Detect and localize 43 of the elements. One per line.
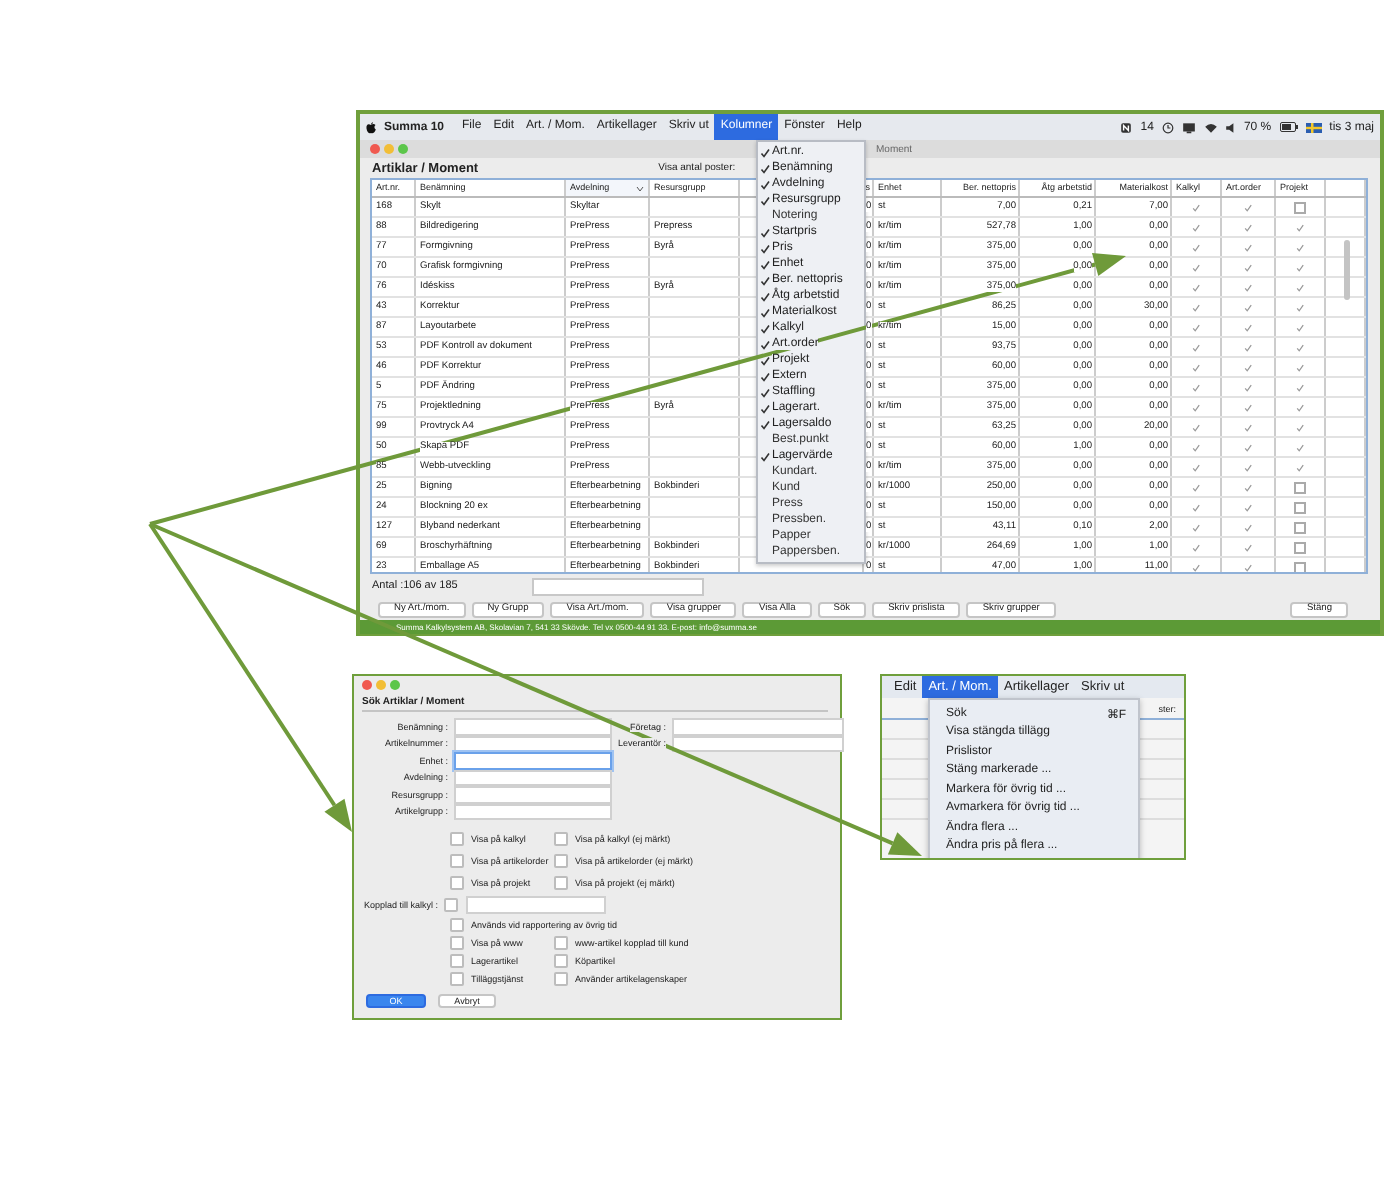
input-field[interactable] <box>454 786 612 803</box>
zoom-button[interactable] <box>398 144 408 154</box>
checkbox[interactable] <box>450 918 463 932</box>
apple-icon[interactable] <box>366 121 376 133</box>
table-checkbox[interactable] <box>1294 541 1306 553</box>
vertical-scrollbar[interactable] <box>1344 240 1350 300</box>
wifi-icon[interactable] <box>1203 121 1218 133</box>
input-field[interactable] <box>672 718 844 735</box>
checkbox[interactable] <box>450 854 463 868</box>
table-checkbox[interactable] <box>1294 481 1306 493</box>
checkbox[interactable] <box>444 898 457 912</box>
checkbox[interactable] <box>554 832 567 846</box>
table-checkbox[interactable] <box>1294 521 1306 533</box>
input-field[interactable] <box>454 752 612 769</box>
table-checkbox[interactable] <box>1294 201 1306 213</box>
checkbox[interactable] <box>554 972 567 986</box>
speaker-icon[interactable] <box>1225 121 1236 133</box>
zoom-button[interactable] <box>390 680 400 690</box>
checkbox[interactable] <box>450 876 463 890</box>
checkmark-icon <box>760 451 770 461</box>
app-icon[interactable] <box>1120 121 1133 133</box>
sort-caret-icon <box>636 185 644 191</box>
clock-icon[interactable] <box>1161 121 1174 133</box>
flag-icon[interactable] <box>1305 121 1322 133</box>
minimize-button[interactable] <box>376 680 386 690</box>
checkbox[interactable] <box>554 854 567 868</box>
close-button[interactable] <box>370 144 380 154</box>
close-button[interactable] <box>362 680 372 690</box>
display-icon[interactable] <box>1181 121 1196 133</box>
filter-field[interactable] <box>531 577 704 595</box>
input-field[interactable] <box>454 718 612 735</box>
checkbox[interactable] <box>554 876 567 890</box>
checkbox[interactable] <box>554 954 567 968</box>
minimize-button[interactable] <box>384 144 394 154</box>
checkbox[interactable] <box>554 936 567 950</box>
input-field[interactable] <box>465 896 605 914</box>
table-checkbox[interactable] <box>1294 561 1306 572</box>
battery-icon[interactable] <box>1279 122 1298 132</box>
table-checkbox[interactable] <box>1294 501 1306 513</box>
checkbox[interactable] <box>450 936 463 950</box>
checkbox[interactable] <box>450 832 463 846</box>
checkbox[interactable] <box>450 954 463 968</box>
checkbox[interactable] <box>450 972 463 986</box>
